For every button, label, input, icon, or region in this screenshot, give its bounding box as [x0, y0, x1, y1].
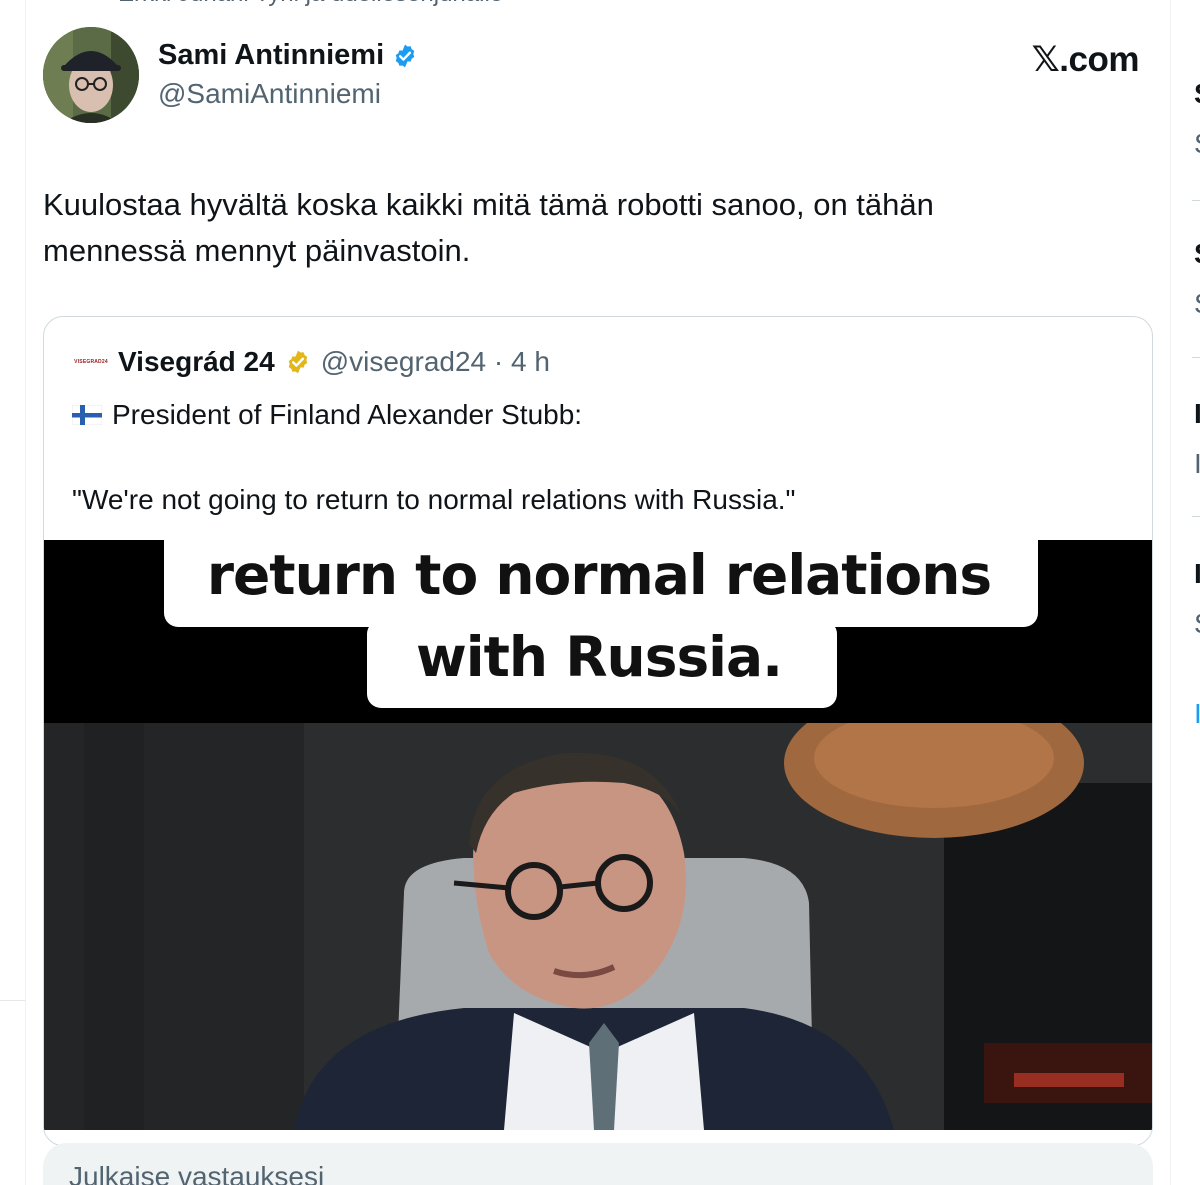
sidebar-separator — [1192, 516, 1200, 517]
tweet-text-line1: Kuulostaa hyvältä koska kaikki mitä tämä… — [43, 187, 934, 222]
quoted-tweet-header: VISEGRAD24 Visegrád 24 @visegrad24 · 4 h — [74, 346, 550, 378]
sidebar-letter[interactable]: I — [1194, 560, 1200, 588]
sidebar-letter[interactable]: S — [1194, 80, 1200, 108]
quoted-text-line2: "We're not going to return to normal rel… — [72, 484, 796, 515]
sidebar-letter[interactable]: S — [1194, 610, 1200, 638]
quoted-tweet[interactable]: VISEGRAD24 Visegrád 24 @visegrad24 · 4 h… — [43, 316, 1153, 1146]
tweet-text-line2: mennessä mennyt päinvastoin. — [43, 233, 471, 268]
video-caption-line1: return to normal relations — [206, 543, 992, 607]
author-name-text[interactable]: Sami Antinniemi — [158, 39, 384, 72]
avatar-photo-icon — [43, 27, 139, 123]
video-frame-illustration — [44, 723, 1152, 1130]
sidebar-separator — [1192, 357, 1200, 358]
sidebar-letter[interactable]: S — [1194, 130, 1200, 158]
tweet-header: Sami Antinniemi @SamiAntinniemi 𝕏.com — [43, 27, 1143, 127]
quoted-text-line1-text: President of Finland Alexander Stubb: — [112, 399, 583, 430]
gold-verified-badge-icon — [288, 350, 307, 374]
finland-flag-icon — [72, 405, 102, 425]
tweet-text: Kuulostaa hyvältä koska kaikki mitä tämä… — [43, 182, 1143, 274]
sidebar-letter[interactable]: I — [1194, 450, 1200, 478]
quoted-text-line1: President of Finland Alexander Stubb: — [72, 399, 582, 431]
sidebar-letter[interactable]: I — [1194, 400, 1200, 428]
quoted-video[interactable]: return to normal relations with Russia. — [44, 540, 1152, 1130]
reply-context[interactable]: Erkki Juhani Tyni ja udeliesenjuhalle — [118, 0, 503, 8]
author-handle[interactable]: @SamiAntinniemi — [158, 78, 381, 110]
left-divider — [25, 0, 26, 1185]
left-separator — [0, 1000, 26, 1001]
right-sidebar: S S S S I I I S I — [1170, 0, 1200, 1185]
left-rail — [0, 0, 26, 1185]
reply-input[interactable]: Julkaise vastauksesi — [43, 1143, 1153, 1185]
sidebar-letter[interactable]: S — [1194, 290, 1200, 318]
quoted-author-name[interactable]: Visegrád 24 — [118, 346, 275, 378]
reply-placeholder[interactable]: Julkaise vastauksesi — [69, 1161, 324, 1185]
quoted-handle-time[interactable]: @visegrad24 · 4 h — [321, 346, 550, 378]
author-name[interactable]: Sami Antinniemi — [158, 39, 418, 72]
show-more-link[interactable]: I — [1194, 700, 1200, 728]
right-divider — [1170, 0, 1171, 1185]
avatar[interactable] — [43, 27, 139, 123]
sidebar-letter[interactable]: S — [1194, 240, 1200, 268]
sidebar-separator — [1192, 200, 1200, 201]
video-caption-line2: with Russia. — [415, 625, 783, 689]
x-logo-text: 𝕏.com — [1031, 40, 1140, 79]
verified-badge-icon — [395, 44, 415, 67]
visegrad-logo-icon: VISEGRAD24 — [74, 359, 108, 365]
